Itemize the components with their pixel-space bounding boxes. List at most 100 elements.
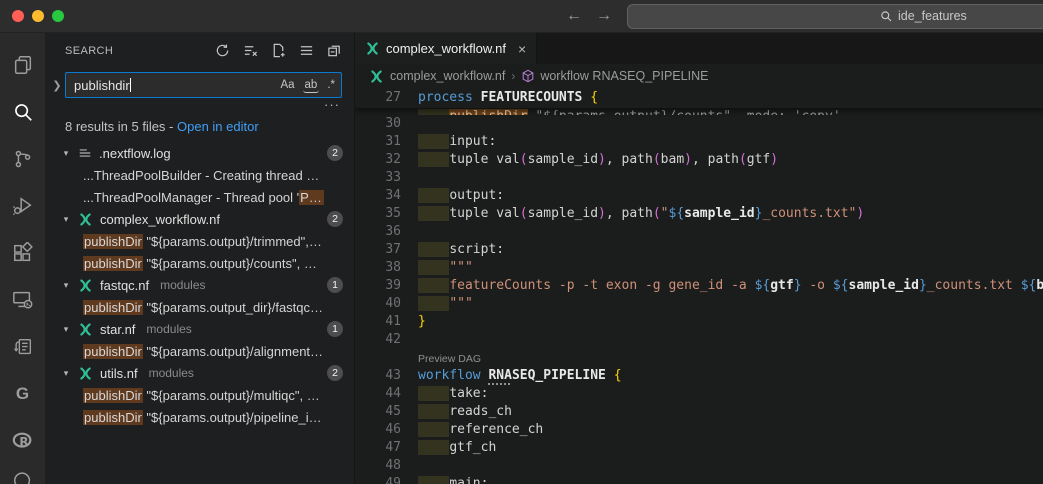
search-icon (880, 10, 893, 23)
line-number: 34 (355, 187, 401, 205)
output-report-icon[interactable] (0, 323, 45, 370)
code-line[interactable]: 40 """ (355, 295, 1043, 313)
hidden-bottom-icon[interactable] (0, 464, 45, 484)
toggle-replace-chevron[interactable]: ❯ (49, 79, 65, 92)
open-in-editor-link[interactable]: Open in editor (177, 119, 259, 134)
panel-title: SEARCH (65, 45, 212, 57)
search-query-text: publishdir (74, 78, 130, 93)
tab-strip: complex_workflow.nf × (355, 33, 1043, 64)
chevron-down-icon[interactable]: ▾ (58, 368, 74, 379)
result-count-badge: 1 (327, 277, 343, 293)
search-icon[interactable] (0, 88, 45, 135)
clear-search-results-icon[interactable] (240, 41, 260, 61)
close-window-button[interactable] (12, 10, 24, 22)
chevron-down-icon[interactable]: ▾ (58, 148, 74, 159)
file-result-nextflow-log[interactable]: ▾ .nextflow.log 2 (45, 142, 354, 164)
line-number: 30 (355, 115, 401, 133)
search-match-row[interactable]: publishDir "${params.output_dir}/fastqc"… (45, 296, 354, 318)
file-result-star[interactable]: ▾ star.nf modules 1 (45, 318, 354, 340)
code-line[interactable]: 47 gtf_ch (355, 439, 1043, 457)
activity-bar: G R (0, 33, 45, 484)
nextflow-file-icon (78, 366, 93, 381)
chevron-down-icon[interactable]: ▾ (58, 280, 74, 291)
search-match-row[interactable]: ...ThreadPoolBuilder - Creating thread p… (45, 164, 354, 186)
code-line[interactable]: 32 tuple val(sample_id), path(bam), path… (355, 151, 1043, 169)
file-result-complex-workflow[interactable]: ▾ complex_workflow.nf 2 (45, 208, 354, 230)
remote-explorer-icon[interactable] (0, 276, 45, 323)
partially-scrolled-line: publishDir "${params.output}/counts", mo… (355, 108, 1043, 115)
code-line[interactable]: 45 reads_ch (355, 403, 1043, 421)
navigate-forward-button[interactable]: → (596, 6, 612, 26)
search-match-row[interactable]: publishDir "${params.output}/counts", mo… (45, 252, 354, 274)
code-line[interactable]: 37 script: (355, 241, 1043, 259)
file-name: .nextflow.log (99, 146, 171, 161)
r-language-icon[interactable]: R (0, 417, 45, 464)
code-line[interactable]: 44 take: (355, 385, 1043, 403)
file-result-fastqc[interactable]: ▾ fastqc.nf modules 1 (45, 274, 354, 296)
svg-text:R: R (19, 434, 28, 448)
results-summary: 8 results in 5 files - Open in editor (45, 112, 354, 142)
search-match-row[interactable]: ...ThreadPoolManager - Thread pool 'Publ… (45, 186, 354, 208)
codelens-preview-dag[interactable]: Preview DAG (418, 349, 481, 367)
code-line[interactable]: 43workflow RNASEQ_PIPELINE { (355, 367, 1043, 385)
minimize-window-button[interactable] (32, 10, 44, 22)
code-line[interactable]: 46 reference_ch (355, 421, 1043, 439)
extensions-icon[interactable] (0, 229, 45, 276)
tab-label: complex_workflow.nf (386, 41, 506, 56)
gitlens-icon[interactable]: G (0, 370, 45, 417)
whole-word-toggle[interactable]: ab (303, 78, 320, 93)
code-line[interactable]: 42 (355, 331, 1043, 349)
breadcrumb-file[interactable]: complex_workflow.nf (390, 69, 505, 83)
code-line[interactable]: 48 (355, 457, 1043, 475)
search-input[interactable]: publishdir Aa ab .* (65, 72, 342, 98)
code-line[interactable]: 41} (355, 313, 1043, 331)
explorer-icon[interactable] (0, 41, 45, 88)
result-count-badge: 2 (327, 365, 343, 381)
chevron-down-icon[interactable]: ▾ (58, 324, 74, 335)
code-line[interactable]: 49 main: (355, 475, 1043, 484)
toggle-search-details[interactable]: ··· (45, 98, 354, 112)
line-number: 48 (355, 457, 401, 475)
navigate-back-button[interactable]: ← (566, 6, 582, 26)
search-match-row[interactable]: publishDir "${params.output}/alignments"… (45, 340, 354, 362)
nextflow-file-icon (78, 212, 93, 227)
code-line[interactable]: 38 """ (355, 259, 1043, 277)
match-case-toggle[interactable]: Aa (278, 78, 296, 92)
title-bar: ← → ide_features (0, 0, 1043, 33)
search-match-row[interactable]: publishDir "${params.output}/multiqc", m… (45, 384, 354, 406)
line-number: 39 (355, 277, 401, 295)
file-name: complex_workflow.nf (100, 212, 220, 227)
tab-complex-workflow[interactable]: complex_workflow.nf × (355, 33, 537, 64)
command-center-label: ide_features (898, 9, 967, 23)
code-line[interactable]: 30 (355, 115, 1043, 133)
source-control-icon[interactable] (0, 135, 45, 182)
line-number: 41 (355, 313, 401, 331)
regex-toggle[interactable]: .* (325, 78, 337, 92)
text-caret (130, 78, 131, 92)
run-and-debug-icon[interactable] (0, 182, 45, 229)
code-line[interactable]: 34 output: (355, 187, 1043, 205)
maximize-window-button[interactable] (52, 10, 64, 22)
file-result-utils[interactable]: ▾ utils.nf modules 2 (45, 362, 354, 384)
view-as-list-icon[interactable] (296, 41, 316, 61)
sticky-scroll-line[interactable]: 27 process FEATURECOUNTS { (355, 88, 1043, 108)
line-number: 40 (355, 295, 401, 313)
command-center[interactable]: ide_features (627, 4, 1043, 29)
line-number: 43 (355, 367, 401, 385)
code-line[interactable]: 35 tuple val(sample_id), path("${sample_… (355, 205, 1043, 223)
close-tab-icon[interactable]: × (518, 42, 526, 56)
chevron-down-icon[interactable]: ▾ (58, 214, 74, 225)
breadcrumb-symbol-label: workflow RNASEQ_PIPELINE (540, 69, 708, 83)
code-line[interactable]: 36 (355, 223, 1043, 241)
code-line[interactable]: 33 (355, 169, 1043, 187)
code-line[interactable]: 31 input: (355, 133, 1043, 151)
code-editor[interactable]: 27 process FEATURECOUNTS { publishDir "$… (355, 88, 1043, 484)
collapse-all-icon[interactable] (324, 41, 344, 61)
search-match-row[interactable]: publishDir "${params.output}/pipeline_in… (45, 406, 354, 428)
open-new-search-editor-icon[interactable] (268, 41, 288, 61)
search-match-row[interactable]: publishDir "${params.output}/trimmed", m… (45, 230, 354, 252)
breadcrumb: complex_workflow.nf › workflow RNASEQ_PI… (355, 64, 1043, 88)
breadcrumb-symbol[interactable]: workflow RNASEQ_PIPELINE (521, 69, 708, 83)
code-line[interactable]: 39 featureCounts -p -t exon -g gene_id -… (355, 277, 1043, 295)
refresh-icon[interactable] (212, 41, 232, 61)
